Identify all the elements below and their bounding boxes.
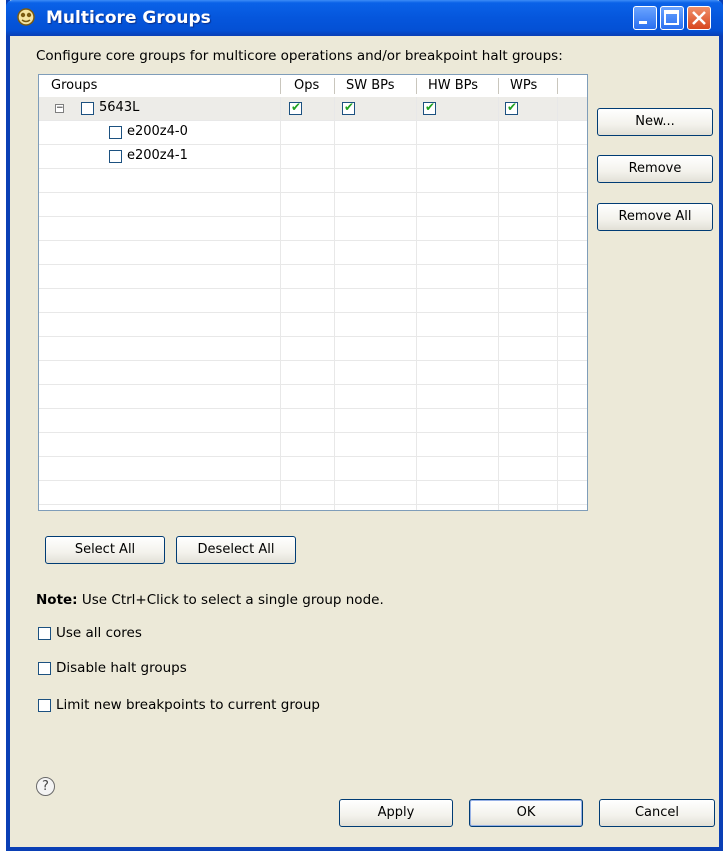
help-icon[interactable]: ?	[36, 777, 55, 796]
title-bar[interactable]: Multicore Groups	[6, 0, 723, 36]
note-label: Note:	[36, 592, 78, 608]
remove-all-button[interactable]: Remove All	[597, 203, 713, 231]
grid-line	[39, 240, 587, 241]
note-text: Note: Use Ctrl+Click to select a single …	[36, 592, 384, 608]
hw-bps-checkbox[interactable]	[423, 100, 436, 115]
minimize-button[interactable]	[633, 6, 657, 30]
grid-line	[39, 120, 587, 121]
grid-line	[39, 192, 587, 193]
groups-table[interactable]: Groups Ops SW BPs HW BPs WPs − 5643L ✔ ✔…	[38, 74, 588, 511]
core-checkbox-e200z4-1[interactable]	[109, 150, 122, 163]
sw-bps-checkbox[interactable]	[342, 100, 355, 115]
grid-line	[39, 144, 587, 145]
col-header-hw-bps[interactable]: HW BPs	[428, 75, 478, 97]
grid-line	[39, 336, 587, 337]
ok-button[interactable]: OK	[469, 799, 583, 827]
use-all-cores-checkbox[interactable]	[38, 627, 51, 640]
col-header-wps[interactable]: WPs	[510, 75, 537, 97]
col-header-ops[interactable]: Ops	[294, 75, 319, 97]
grid-line	[39, 168, 587, 169]
use-all-cores-label[interactable]: Use all cores	[56, 625, 142, 641]
deselect-all-button[interactable]: Deselect All	[176, 536, 296, 564]
grid-line	[39, 408, 587, 409]
apply-button[interactable]: Apply	[339, 799, 453, 827]
table-header: Groups Ops SW BPs HW BPs WPs	[39, 75, 587, 98]
limit-breakpoints-checkbox[interactable]	[38, 699, 51, 712]
wps-checkbox[interactable]	[505, 100, 518, 115]
disable-halt-groups-label[interactable]: Disable halt groups	[56, 660, 187, 676]
ops-checkbox[interactable]	[289, 100, 302, 115]
dialog-title: Multicore Groups	[46, 8, 211, 28]
multicore-app-icon	[17, 8, 35, 26]
intro-text: Configure core groups for multicore oper…	[36, 48, 563, 64]
minimize-icon	[639, 21, 647, 24]
grid-line	[39, 504, 587, 505]
core-label: e200z4-1	[127, 148, 188, 163]
group-checkbox-5643l[interactable]	[81, 102, 94, 115]
collapse-icon[interactable]: −	[55, 104, 64, 113]
grid-line	[39, 312, 587, 313]
grid-line	[39, 288, 587, 289]
grid-line	[39, 456, 587, 457]
grid-line	[39, 384, 587, 385]
maximize-icon	[664, 10, 679, 25]
grid-line	[39, 264, 587, 265]
limit-breakpoints-label[interactable]: Limit new breakpoints to current group	[56, 697, 320, 713]
grid-line	[39, 432, 587, 433]
maximize-button[interactable]	[660, 6, 684, 30]
col-header-groups[interactable]: Groups	[51, 75, 97, 97]
disable-halt-groups-checkbox[interactable]	[38, 662, 51, 675]
close-button[interactable]	[687, 6, 711, 30]
new-button[interactable]: New...	[597, 108, 713, 136]
multicore-groups-dialog: Multicore Groups Configure core groups f…	[6, 0, 723, 851]
core-checkbox-e200z4-0[interactable]	[109, 126, 122, 139]
grid-line	[39, 360, 587, 361]
cancel-button[interactable]: Cancel	[599, 799, 715, 827]
note-body: Use Ctrl+Click to select a single group …	[77, 592, 384, 608]
remove-button[interactable]: Remove	[597, 155, 713, 183]
close-icon	[692, 11, 706, 25]
grid-line	[39, 480, 587, 481]
grid-line	[39, 216, 587, 217]
core-label: e200z4-0	[127, 124, 188, 139]
group-label: 5643L	[99, 100, 140, 115]
select-all-button[interactable]: Select All	[45, 536, 165, 564]
col-header-sw-bps[interactable]: SW BPs	[346, 75, 395, 97]
